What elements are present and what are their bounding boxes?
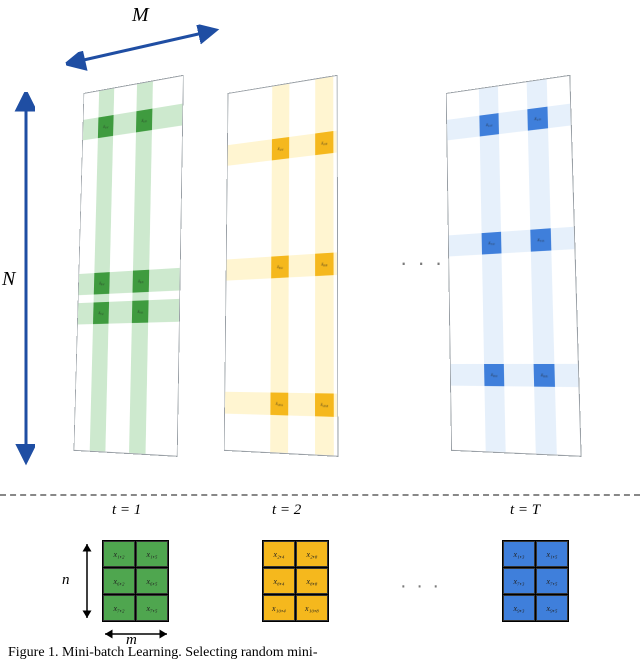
mcell: x₁,₅: [136, 541, 168, 567]
label-n: n: [62, 572, 70, 589]
cell: x₉,₃: [484, 364, 504, 386]
mini-tT: x₁,₃ x₁,₅ x₇,₃ x₇,₅ x₉,₃ x₉,₅: [502, 540, 569, 622]
label-M: M: [132, 4, 149, 27]
mcell: x₁,₅: [536, 541, 568, 567]
t-label-1: t = 1: [112, 502, 141, 519]
mini-t1: x₁,₂ x₁,₅ x₆,₂ x₆,₅ x₇,₂ x₇,₅: [102, 540, 169, 622]
ellipsis-minis: · · ·: [400, 575, 441, 598]
mcell: x₁₀,₄: [263, 595, 295, 621]
arrow-M: [58, 20, 228, 72]
mcell: x₇,₂: [103, 595, 135, 621]
mcell: x₇,₅: [536, 568, 568, 594]
mini-t2: x₂,₄ x₂,₈ x₈,₄ x₈,₈ x₁₀,₄ x₁₀,₈: [262, 540, 329, 622]
figure-caption: Figure 1. Mini-batch Learning. Selecting…: [8, 645, 317, 661]
mcell: x₉,₃: [503, 595, 535, 621]
mcell: x₁,₃: [503, 541, 535, 567]
arrow-N: [14, 86, 38, 468]
label-N: N: [2, 268, 15, 291]
mcell: x₂,₄: [263, 541, 295, 567]
mcell: x₆,₂: [103, 568, 135, 594]
mcell: x₇,₅: [136, 595, 168, 621]
mcell: x₈,₄: [263, 568, 295, 594]
mcell: x₁₀,₈: [296, 595, 328, 621]
mcell: x₉,₅: [536, 595, 568, 621]
mcell: x₁,₂: [103, 541, 135, 567]
mcell: x₇,₃: [503, 568, 535, 594]
divider-line: [0, 494, 640, 496]
panel-t1: x₁,₂ x₁,₅ x₆,₂ x₆,₅ x₇,₂ x₇,₅: [74, 75, 184, 457]
panel-t2: x₂,₄ x₂,₈ x₈,₄ x₈,₈ x₁₀,₄ x₁₀,₈: [224, 75, 339, 457]
ellipsis-panels: · · ·: [400, 250, 444, 276]
diagram-stage: x₁,₂ x₁,₅ x₆,₂ x₆,₅ x₇,₂ x₇,₅ x₂,₄ x₂,₈ …: [0, 0, 640, 490]
mcell: x₆,₅: [136, 568, 168, 594]
panel-tT: x₁,₃ x₁,₅ x₇,₃ x₇,₅ x₉,₃ x₉,₅: [446, 75, 582, 457]
mcell: x₂,₈: [296, 541, 328, 567]
mcell: x₈,₈: [296, 568, 328, 594]
arrow-n: [78, 540, 96, 622]
t-label-T: t = T: [510, 502, 540, 519]
t-label-2: t = 2: [272, 502, 301, 519]
mini-row: x₁,₂ x₁,₅ x₆,₂ x₆,₅ x₇,₂ x₇,₅ x₂,₄ x₂,₈ …: [0, 540, 640, 650]
